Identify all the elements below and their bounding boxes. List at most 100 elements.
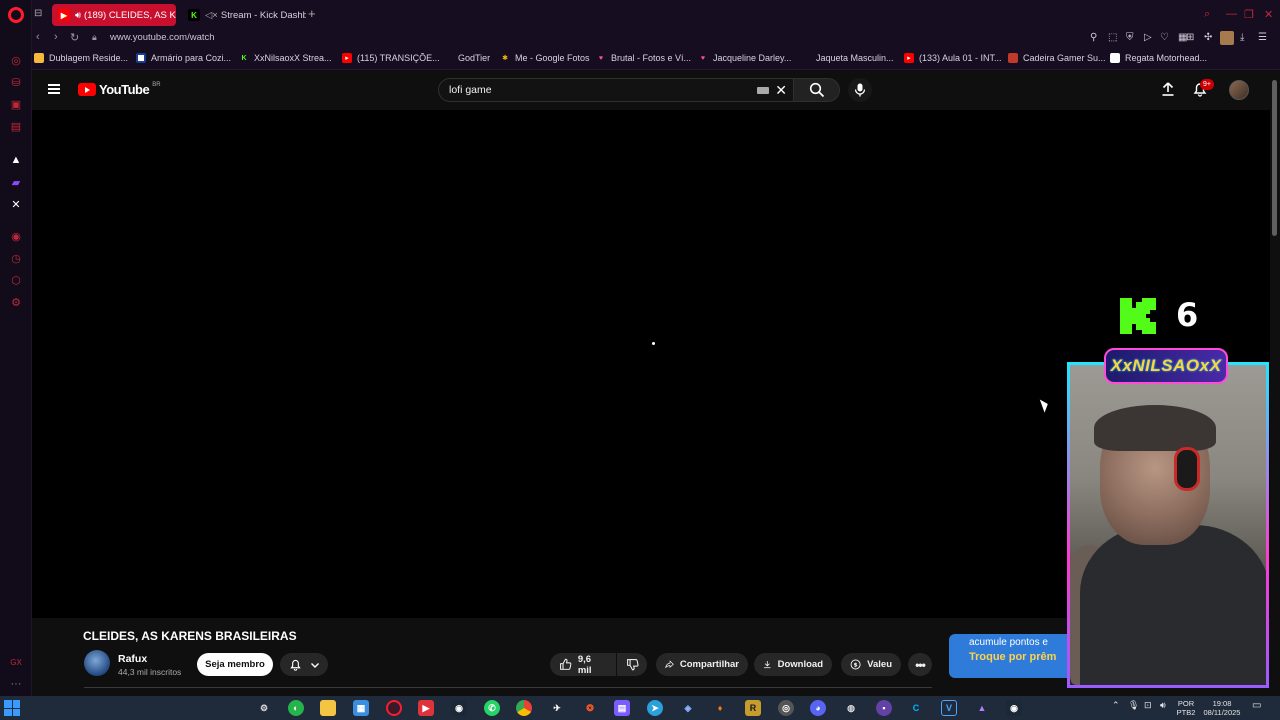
tray-network-icon[interactable]: ⊡ xyxy=(1144,701,1152,710)
channel-avatar[interactable] xyxy=(84,650,110,676)
bookmark-item[interactable]: ▸ (115) TRANSIÇÕE... xyxy=(342,53,440,63)
sidebar-extensions-icon[interactable]: ⬡ xyxy=(8,272,24,288)
shield-icon[interactable]: ⛨ xyxy=(1126,32,1134,43)
more-actions-button[interactable]: ••• xyxy=(908,653,932,676)
bookmark-item[interactable]: GodTier xyxy=(458,53,490,63)
page-scrollbar[interactable] xyxy=(1270,70,1280,696)
reload-icon[interactable]: ↻ xyxy=(70,31,79,44)
channel-name[interactable]: Rafux xyxy=(118,653,147,665)
search-input[interactable]: lofi game ✕ xyxy=(438,78,794,102)
dislike-button[interactable] xyxy=(617,653,647,676)
back-icon[interactable]: ‹ xyxy=(36,31,40,43)
forward-icon[interactable]: › xyxy=(54,31,58,43)
telegram-icon[interactable]: ➤ xyxy=(647,700,663,716)
account-avatar[interactable] xyxy=(1229,80,1249,100)
sidebar-settings-icon[interactable]: ⚙ xyxy=(8,294,24,310)
download-button[interactable]: Download xyxy=(754,653,832,676)
extensions-icon[interactable]: ⊞ xyxy=(1186,32,1194,43)
app-diamond-icon[interactable]: ◈ xyxy=(680,700,696,716)
easy-setup-icon[interactable]: ☰ xyxy=(1258,32,1267,43)
minimize-button[interactable]: — xyxy=(1226,8,1237,20)
pin-icon[interactable]: ⚲ xyxy=(1090,32,1097,43)
bookmark-item[interactable]: Armário para Cozi... xyxy=(136,53,231,63)
chrome-icon[interactable] xyxy=(516,700,532,716)
share-button[interactable]: Compartilhar xyxy=(656,653,748,676)
sidebar-x-icon[interactable]: ✕ xyxy=(8,196,24,212)
url-field[interactable]: www.youtube.com/watch xyxy=(110,32,215,43)
subscription-bell-button[interactable] xyxy=(280,653,328,676)
app-plane-icon[interactable]: ✈ xyxy=(549,700,565,716)
downloads-icon[interactable]: ⤓ xyxy=(1240,32,1244,43)
app-circle-icon[interactable]: ◎ xyxy=(778,700,794,716)
bookmark-item[interactable]: ♥ Jacqueline Darley... xyxy=(698,53,791,63)
app-chat-icon[interactable]: ▪ xyxy=(876,700,892,716)
bookmark-heart-icon[interactable]: ♡ xyxy=(1160,32,1169,43)
sidebar-gx-icon[interactable]: ▣ xyxy=(8,96,24,112)
app-glass-icon[interactable]: ▲ xyxy=(974,700,990,716)
sidebar-news-icon[interactable]: ▤ xyxy=(8,118,24,134)
app-settings-icon[interactable]: ⚙ xyxy=(256,700,272,716)
notification-center-icon[interactable]: ▭ xyxy=(1252,701,1261,711)
maximize-button[interactable]: ❐ xyxy=(1244,8,1254,21)
whatsapp-icon[interactable]: ✆ xyxy=(484,700,500,716)
tab-youtube[interactable]: ▶ 🔊︎ (189) CLEIDES, AS KA xyxy=(52,4,176,26)
bookmark-item[interactable]: Jaqueta Masculin... xyxy=(816,53,894,63)
language-indicator[interactable]: POR PTB2 xyxy=(1174,699,1198,717)
app-green-icon[interactable]: ◐ xyxy=(288,700,304,716)
join-button[interactable]: Seja membro xyxy=(197,653,273,676)
tab-menu-icon[interactable]: ⊟ xyxy=(34,8,42,19)
voice-search-button[interactable] xyxy=(848,78,872,102)
screenshot-icon[interactable]: ⬚ xyxy=(1108,32,1117,43)
rockstar-icon[interactable]: R xyxy=(745,700,761,716)
store-icon[interactable]: ▦ xyxy=(353,700,369,716)
sidebar-twitch-icon[interactable]: ▰ xyxy=(8,174,24,190)
close-window-button[interactable]: ✕ xyxy=(1264,8,1273,21)
app-c-icon[interactable]: C xyxy=(908,700,924,716)
new-tab-button[interactable]: + xyxy=(308,6,322,22)
discord-icon[interactable]: ◕ xyxy=(810,700,826,716)
video-popout-icon[interactable]: ▷ xyxy=(1144,32,1152,43)
app-purple-icon[interactable]: ▤ xyxy=(614,700,630,716)
windows-start-icon[interactable] xyxy=(4,700,20,716)
bookmark-item[interactable]: Dublagem Reside... xyxy=(34,53,128,63)
sidebar-bag-icon[interactable]: ⛁ xyxy=(8,74,24,90)
bookmark-item[interactable]: ♥ Brutal - Fotos e Ví... xyxy=(596,53,691,63)
sidebar-discord-icon[interactable]: ▲ xyxy=(8,152,24,168)
bookmark-item[interactable]: ✱ Me - Google Fotos xyxy=(500,53,589,63)
steam-icon[interactable]: ◉ xyxy=(451,700,467,716)
upload-icon[interactable] xyxy=(1160,81,1176,97)
profile-icon[interactable] xyxy=(1220,31,1234,45)
app-globe-icon[interactable]: ◍ xyxy=(843,700,859,716)
bookmark-item[interactable]: Cadeira Gamer Su... xyxy=(1008,53,1106,63)
tray-mic-icon[interactable]: 🎙︎ xyxy=(1128,701,1139,710)
keyboard-icon[interactable] xyxy=(757,87,769,94)
opera-gx-taskbar-icon[interactable] xyxy=(386,700,402,716)
tab-kick[interactable]: K ◁× Stream - Kick Dashbo xyxy=(182,4,306,26)
sidebar-more-icon[interactable]: ··· xyxy=(8,676,24,692)
app-v-icon[interactable]: V xyxy=(941,700,957,716)
steam-active-icon[interactable]: ◉ xyxy=(1006,700,1022,716)
clock[interactable]: 19:08 08/11/2025 xyxy=(1200,699,1244,717)
bookmark-item[interactable]: K XxNilsaoxX Strea... xyxy=(239,53,331,63)
puzzle-icon[interactable]: ✣ xyxy=(1204,32,1212,43)
bookmark-item[interactable]: ▸ (133) Aula 01 - INT... xyxy=(904,53,1002,63)
sidebar-history-icon[interactable]: ◷ xyxy=(8,250,24,266)
tray-volume-icon[interactable]: 🔊︎ xyxy=(1160,701,1166,710)
search-tabs-icon[interactable]: ⌕ xyxy=(1204,8,1210,21)
thanks-button[interactable]: $ Valeu xyxy=(841,653,901,676)
opera-logo-icon[interactable] xyxy=(8,7,24,23)
app-fox-icon[interactable]: ♦ xyxy=(712,700,728,716)
sidebar-player-icon[interactable]: ◉ xyxy=(8,228,24,244)
clear-search-icon[interactable]: ✕ xyxy=(775,79,787,101)
youtube-logo[interactable]: YouTube BR xyxy=(78,82,161,97)
sidebar-aria-icon[interactable]: ◎ xyxy=(8,52,24,68)
tray-chevron-icon[interactable]: ⌃ xyxy=(1112,701,1120,710)
app-fire-icon[interactable]: ❂ xyxy=(582,700,598,716)
sidebar-gx-bottom-icon[interactable]: GX xyxy=(8,654,24,670)
app-red-icon[interactable]: ▶ xyxy=(418,700,434,716)
guide-menu-icon[interactable] xyxy=(48,84,60,94)
like-button[interactable]: 9,6 mil xyxy=(550,653,616,676)
bookmark-item[interactable]: Regata Motorhead... xyxy=(1110,53,1207,63)
search-button[interactable] xyxy=(794,78,840,102)
scrollbar-thumb[interactable] xyxy=(1272,80,1277,236)
